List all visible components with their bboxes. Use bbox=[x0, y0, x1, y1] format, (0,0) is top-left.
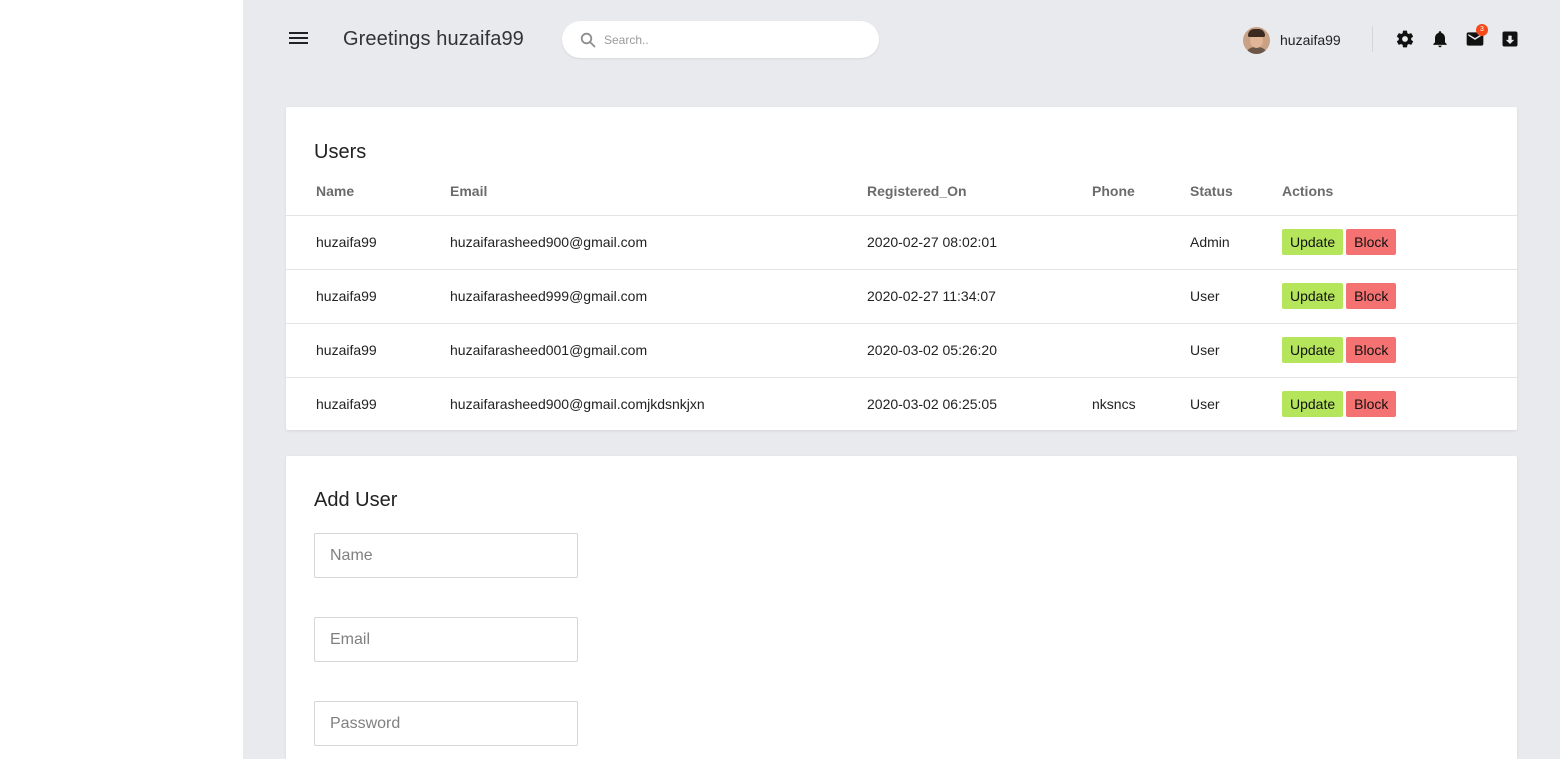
password-input[interactable] bbox=[315, 702, 577, 745]
search-icon bbox=[580, 32, 596, 48]
cell-registered-on: 2020-03-02 06:25:05 bbox=[867, 396, 997, 413]
cell-email: huzaifarasheed001@gmail.com bbox=[450, 323, 867, 378]
cell-email: huzaifarasheed999@gmail.com bbox=[450, 269, 867, 324]
column-header-status: Status bbox=[1190, 177, 1282, 216]
mail-badge: 3 bbox=[1476, 24, 1488, 36]
cell-actions: Update Block bbox=[1282, 323, 1517, 378]
table-row: huzaifa99 huzaifarasheed900@gmail.com 20… bbox=[286, 215, 1517, 270]
main-area: Greetings huzaifa99 huzaifa99 3 Users bbox=[243, 0, 1560, 759]
table-row: huzaifa99 huzaifarasheed001@gmail.com 20… bbox=[286, 323, 1517, 378]
cell-phone bbox=[1092, 269, 1190, 324]
cell-name: huzaifa99 bbox=[316, 396, 377, 413]
cell-status: User bbox=[1190, 269, 1282, 324]
name-field[interactable] bbox=[314, 533, 578, 578]
cell-status: User bbox=[1190, 323, 1282, 378]
username-label: huzaifa99 bbox=[1280, 32, 1341, 48]
header-divider bbox=[1372, 26, 1373, 52]
menu-icon[interactable] bbox=[288, 29, 310, 49]
column-header-registered-on: Registered_On bbox=[867, 177, 1092, 216]
password-field[interactable] bbox=[314, 701, 578, 746]
column-header-phone: Phone bbox=[1092, 177, 1190, 216]
cell-actions: Update Block bbox=[1282, 215, 1517, 270]
sidebar bbox=[0, 0, 243, 759]
cell-registered-on: 2020-03-02 05:26:20 bbox=[867, 323, 1092, 378]
cell-actions: Update Block bbox=[1282, 377, 1517, 431]
users-table: Name Email Registered_On Phone Status Ac… bbox=[286, 177, 1517, 431]
cell-phone bbox=[1092, 215, 1190, 270]
block-button[interactable]: Block bbox=[1346, 229, 1397, 255]
block-button[interactable]: Block bbox=[1346, 337, 1397, 363]
add-user-card-title: Add User bbox=[314, 489, 398, 511]
cell-registered-on: 2020-02-27 08:02:01 bbox=[867, 215, 1092, 270]
cell-email: huzaifarasheed900@gmail.com bbox=[450, 215, 867, 270]
cell-name: huzaifa99 bbox=[286, 323, 450, 378]
search-input[interactable] bbox=[604, 21, 864, 58]
cell-actions: Update Block bbox=[1282, 269, 1517, 324]
cell-name: huzaifa99 bbox=[286, 215, 450, 270]
cell-email: huzaifarasheed900@gmail.comjkdsnkjxn bbox=[450, 396, 705, 413]
update-button[interactable]: Update bbox=[1282, 337, 1344, 363]
cell-phone bbox=[1092, 323, 1190, 378]
table-row: huzaifa99 huzaifarasheed900@gmail.comjkd… bbox=[286, 377, 1517, 431]
bell-icon[interactable] bbox=[1430, 29, 1450, 49]
column-header-email: Email bbox=[450, 177, 867, 216]
update-button[interactable]: Update bbox=[1282, 229, 1344, 255]
update-button[interactable]: Update bbox=[1282, 283, 1344, 309]
column-header-actions: Actions bbox=[1282, 177, 1517, 216]
cell-status: Admin bbox=[1190, 215, 1282, 270]
add-user-card: Add User bbox=[286, 456, 1517, 759]
block-button[interactable]: Block bbox=[1346, 391, 1397, 418]
name-input[interactable] bbox=[315, 534, 577, 577]
email-field[interactable] bbox=[314, 617, 578, 662]
users-card-title: Users bbox=[314, 141, 367, 163]
mail-button[interactable]: 3 bbox=[1465, 24, 1488, 49]
search-bar[interactable] bbox=[562, 21, 879, 58]
cell-name: huzaifa99 bbox=[286, 269, 450, 324]
page-greeting: Greetings huzaifa99 bbox=[343, 28, 524, 50]
email-input[interactable] bbox=[315, 618, 577, 661]
cell-phone: nksncs bbox=[1092, 396, 1136, 413]
users-card: Users Name Email Registered_On Phone Sta… bbox=[286, 107, 1517, 430]
cell-registered-on: 2020-02-27 11:34:07 bbox=[867, 269, 1092, 324]
user-profile-button[interactable]: huzaifa99 bbox=[1243, 26, 1341, 54]
block-button[interactable]: Block bbox=[1346, 283, 1397, 309]
avatar bbox=[1243, 26, 1270, 54]
cell-status: User bbox=[1190, 396, 1220, 413]
gear-icon[interactable] bbox=[1395, 29, 1415, 49]
download-icon[interactable] bbox=[1500, 29, 1520, 49]
table-row: huzaifa99 huzaifarasheed999@gmail.com 20… bbox=[286, 269, 1517, 324]
column-header-name: Name bbox=[286, 177, 450, 216]
update-button[interactable]: Update bbox=[1282, 391, 1344, 418]
table-header-row: Name Email Registered_On Phone Status Ac… bbox=[286, 177, 1517, 216]
